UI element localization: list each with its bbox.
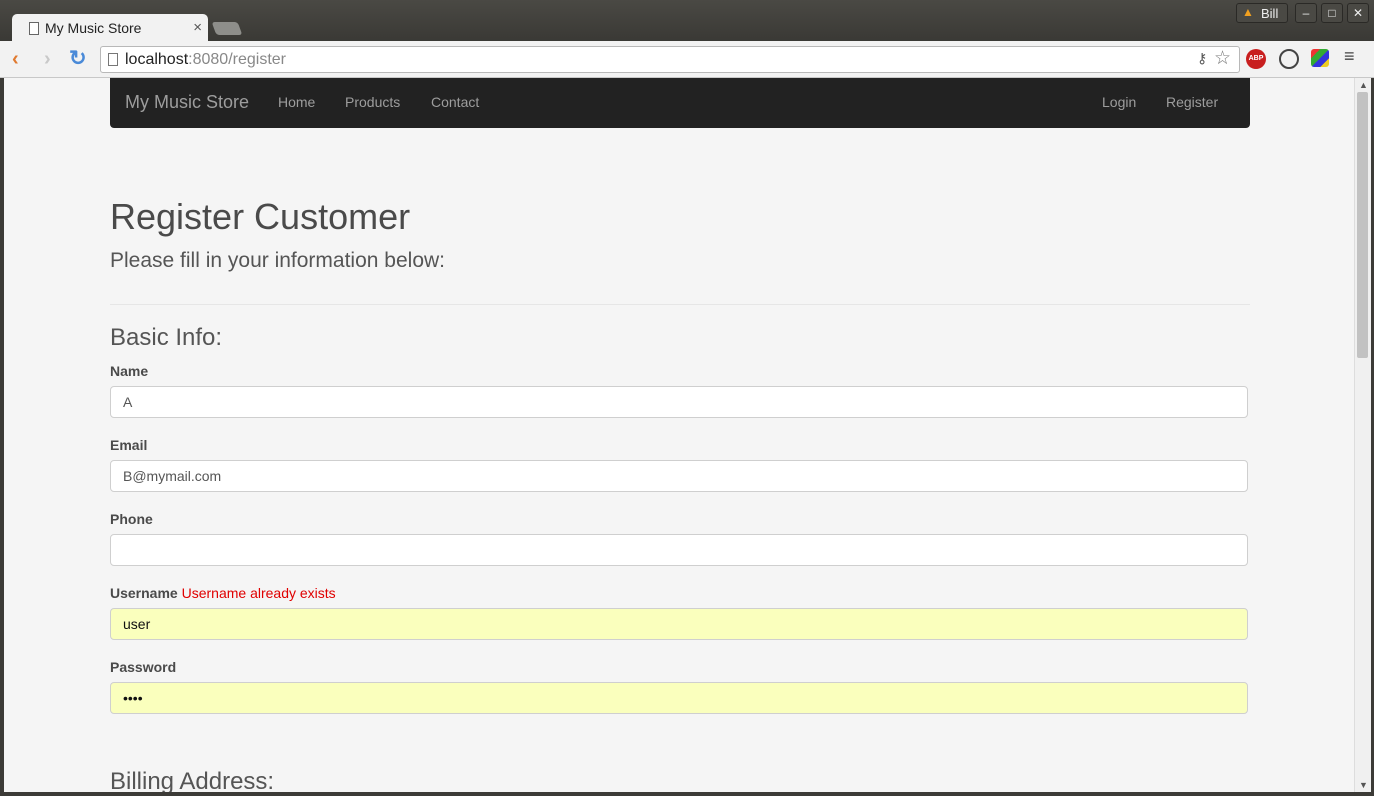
close-window-button[interactable]: ✕ <box>1347 3 1369 23</box>
window-frame <box>0 792 1374 796</box>
browser-toolbar: ‹ › ↻ localhost:8080/register ⚷ ☆ ABP ≡ <box>0 41 1374 78</box>
password-label: Password <box>110 659 177 675</box>
name-field[interactable]: A <box>110 386 1248 418</box>
section-billing-heading: Billing Address: <box>110 768 275 792</box>
tab-title: My Music Store <box>45 20 142 36</box>
profile-button[interactable]: ▲ Bill <box>1236 3 1288 23</box>
divider <box>110 304 1250 305</box>
site-brand[interactable]: My Music Store <box>125 92 249 113</box>
forward-icon[interactable]: › <box>44 48 51 71</box>
warning-icon: ▲ <box>1242 5 1254 19</box>
page-icon <box>108 53 118 66</box>
scroll-down-icon[interactable]: ▼ <box>1359 780 1368 790</box>
scroll-thumb[interactable] <box>1357 92 1368 358</box>
email-field[interactable]: B@mymail.com <box>110 460 1248 492</box>
browser-titlebar: My Music Store × ▲ Bill – □ ✕ <box>0 0 1374 42</box>
page-lead: Please fill in your information below: <box>110 249 445 272</box>
email-label: Email <box>110 437 148 453</box>
page-viewport: My Music Store Home Products Contact Log… <box>4 78 1354 792</box>
nav-products[interactable]: Products <box>345 94 400 110</box>
menu-icon[interactable]: ≡ <box>1344 46 1355 67</box>
page-icon <box>29 22 39 35</box>
site-navbar: My Music Store Home Products Contact Log… <box>110 78 1250 128</box>
password-value: •••• <box>123 690 143 706</box>
username-error: Username already exists <box>181 585 336 601</box>
section-basic-heading: Basic Info: <box>110 324 223 351</box>
scroll-up-icon[interactable]: ▲ <box>1359 80 1368 90</box>
new-tab-button[interactable] <box>211 22 243 35</box>
password-field[interactable]: •••• <box>110 682 1248 714</box>
page-title: Register Customer <box>110 196 411 237</box>
username-value: user <box>123 616 151 632</box>
sync-icon[interactable] <box>1279 49 1299 69</box>
username-label-text: Username <box>110 585 178 601</box>
bookmark-star-icon[interactable]: ☆ <box>1214 47 1231 70</box>
nav-register[interactable]: Register <box>1166 94 1218 110</box>
name-label: Name <box>110 363 149 379</box>
phone-label: Phone <box>110 511 153 527</box>
vertical-scrollbar[interactable]: ▲ ▼ <box>1354 78 1371 792</box>
nav-contact[interactable]: Contact <box>431 94 479 110</box>
address-bar[interactable]: localhost:8080/register ⚷ ☆ <box>100 46 1240 73</box>
phone-field[interactable] <box>110 534 1248 566</box>
username-label: Username Username already exists <box>110 585 336 601</box>
minimize-button[interactable]: – <box>1295 3 1317 23</box>
extension-icon[interactable] <box>1311 49 1329 67</box>
nav-login[interactable]: Login <box>1102 94 1136 110</box>
browser-tab[interactable]: My Music Store × <box>12 14 208 42</box>
email-value: B@mymail.com <box>123 468 222 484</box>
username-field[interactable]: user <box>110 608 1248 640</box>
adblock-icon[interactable]: ABP <box>1246 49 1266 69</box>
profile-name: Bill <box>1261 6 1279 21</box>
back-icon[interactable]: ‹ <box>12 48 19 71</box>
nav-home[interactable]: Home <box>278 94 315 110</box>
url-text[interactable]: localhost:8080/register <box>125 51 286 69</box>
reload-icon[interactable]: ↻ <box>69 46 87 71</box>
name-value: A <box>123 394 133 410</box>
key-icon[interactable]: ⚷ <box>1197 50 1207 67</box>
close-icon[interactable]: × <box>193 19 202 36</box>
maximize-button[interactable]: □ <box>1321 3 1343 23</box>
